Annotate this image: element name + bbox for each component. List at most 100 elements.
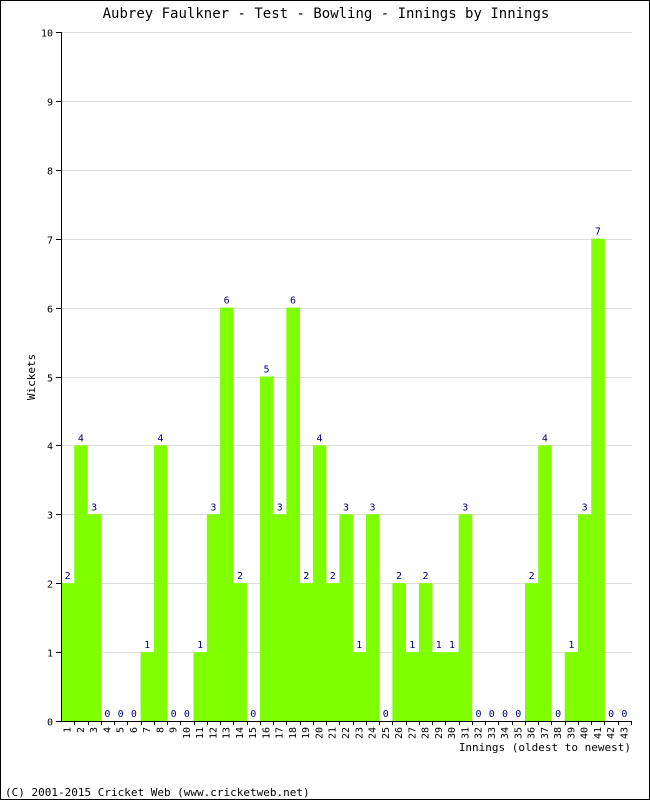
y-tick-label: 7: [47, 236, 53, 247]
x-axis-title: Innings (oldest to newest): [459, 741, 631, 754]
data-label: 1: [449, 640, 455, 651]
y-tick-labels: 0 1 2 3 4 5 6 7 8 9 10: [41, 29, 53, 729]
x-tick-label: 1: [63, 727, 74, 733]
bar: [220, 307, 234, 721]
bar: [538, 445, 552, 721]
data-label: 0: [608, 709, 614, 720]
data-label: 2: [303, 571, 309, 582]
data-label: 0: [476, 709, 482, 720]
x-tick-label: 19: [301, 727, 312, 739]
bar: [233, 583, 247, 721]
bar: [326, 583, 340, 721]
bar: [312, 445, 327, 721]
data-label: 7: [595, 227, 601, 238]
x-tick-label: 11: [195, 727, 206, 739]
data-label: 0: [131, 709, 137, 720]
y-tick-label: 4: [47, 442, 53, 453]
x-tick-label: 25: [381, 727, 392, 739]
data-label: 0: [502, 709, 508, 720]
x-tick-label: 7: [142, 727, 153, 733]
data-label: 1: [409, 640, 415, 651]
bar: [564, 652, 579, 721]
x-tick-labels: 1 2 3 4 5 6 7 8 9 10 11 12 13 14 15 16 17 18 19 20 21 22 23 24 2…: [63, 727, 631, 739]
data-label: 4: [157, 433, 163, 444]
data-label: 3: [343, 502, 349, 513]
data-label: 2: [529, 571, 535, 582]
x-tick-label: 9: [169, 727, 180, 733]
bar-chart: Aubrey Faulkner - Test - Bowling - Innin…: [5, 6, 632, 799]
x-tick-label: 5: [116, 727, 127, 733]
bar: [61, 583, 75, 721]
bar: [445, 652, 459, 721]
data-label: 2: [330, 571, 336, 582]
bar: [286, 307, 300, 721]
data-label: 0: [118, 709, 124, 720]
y-tick-label: 8: [47, 167, 53, 178]
data-label: 5: [263, 365, 269, 376]
x-tick-label: 26: [394, 727, 405, 739]
x-tick-label: 20: [314, 727, 325, 739]
copyright-footer: (C) 2001-2015 Cricket Web (www.cricketwe…: [5, 786, 310, 799]
bar: [577, 514, 592, 721]
x-tick-label: 22: [341, 727, 352, 739]
bar: [418, 583, 433, 721]
chart-frame: Aubrey Faulkner - Test - Bowling - Innin…: [0, 0, 650, 800]
x-tick-label: 38: [553, 727, 564, 739]
data-label: 1: [436, 640, 442, 651]
bars: [61, 238, 605, 721]
bar: [405, 652, 420, 721]
data-label: 3: [369, 502, 375, 513]
data-label: 3: [277, 502, 283, 513]
bar: [392, 583, 406, 721]
bar: [273, 514, 287, 721]
x-tick-label: 30: [447, 727, 458, 739]
x-tick-label: 35: [513, 727, 524, 739]
y-axis-title: Wickets: [25, 354, 38, 400]
bar: [193, 652, 208, 721]
data-label: 1: [144, 640, 150, 651]
x-tick-label: 34: [500, 727, 511, 739]
x-tick-label: 39: [566, 727, 577, 739]
bar: [299, 583, 314, 721]
x-tick-label: 41: [593, 727, 604, 739]
data-label: 0: [104, 709, 110, 720]
x-tick-label: 42: [606, 727, 617, 739]
data-label: 0: [515, 709, 521, 720]
bar: [74, 445, 88, 721]
data-label: 0: [383, 709, 389, 720]
data-label: 3: [91, 502, 97, 513]
y-tick-label: 1: [47, 649, 53, 660]
bar: [365, 514, 380, 721]
bar: [87, 514, 102, 721]
bar: [140, 652, 155, 721]
y-tick-label: 2: [47, 580, 53, 591]
data-label: 0: [184, 709, 190, 720]
data-label: 0: [621, 709, 627, 720]
x-tick-label: 10: [182, 727, 193, 739]
x-tick-label: 8: [155, 727, 166, 733]
data-label: 2: [237, 571, 243, 582]
data-label: 2: [65, 571, 71, 582]
bar: [339, 514, 353, 721]
x-tick-label: 40: [580, 727, 591, 739]
x-tick-label: 14: [235, 727, 246, 739]
x-tick-label: 36: [527, 727, 538, 739]
x-tick-label: 4: [102, 727, 113, 733]
x-tick-label: 21: [328, 727, 339, 739]
y-tick-label: 10: [41, 29, 53, 40]
data-label: 4: [542, 433, 548, 444]
x-tick-label: 33: [487, 727, 498, 739]
bar: [206, 514, 221, 721]
y-tick-label: 0: [47, 718, 53, 729]
bar: [259, 376, 274, 721]
bar: [524, 583, 539, 721]
data-label: 2: [396, 571, 402, 582]
x-tick-label: 13: [222, 727, 233, 739]
x-tick-label: 12: [208, 727, 219, 739]
x-tick-label: 18: [288, 727, 299, 739]
data-label: 1: [197, 640, 203, 651]
data-label: 0: [171, 709, 177, 720]
y-tick-label: 5: [47, 374, 53, 385]
data-label: 4: [316, 433, 322, 444]
data-label: 6: [224, 296, 230, 307]
